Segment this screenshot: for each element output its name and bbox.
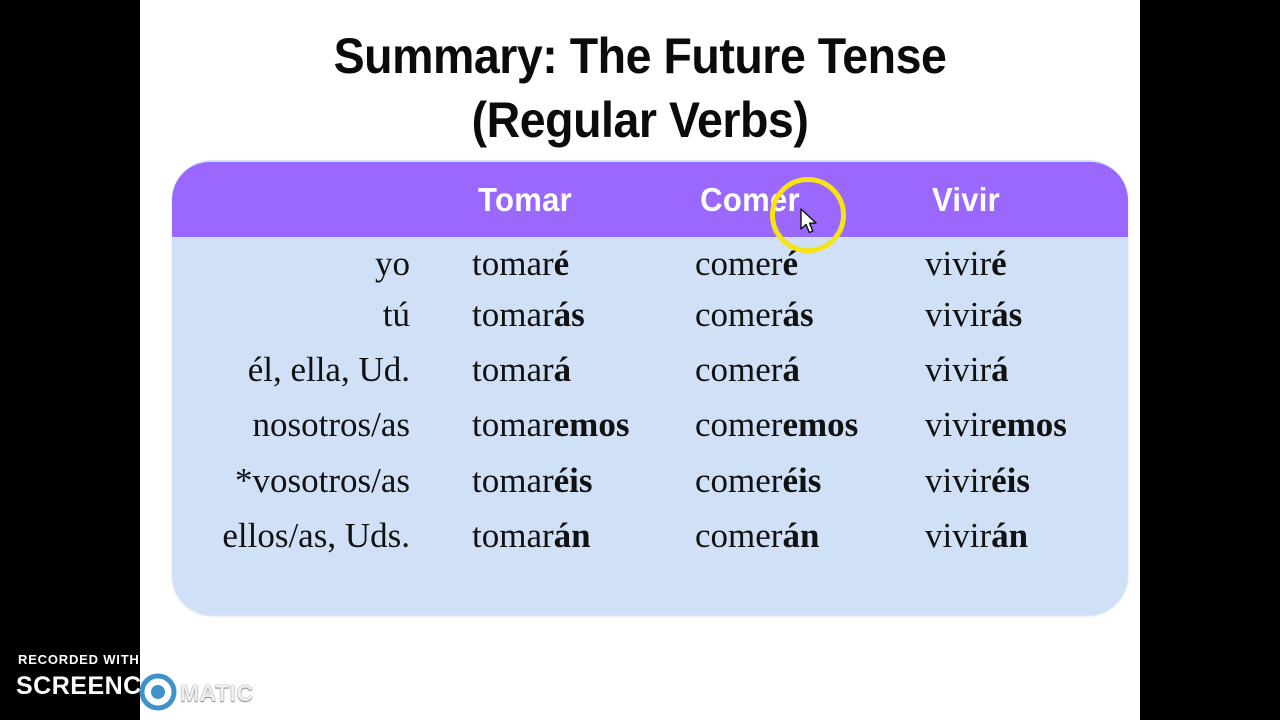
verb-cell-vivir: vivirás [925,288,1022,342]
verb-ending: án [991,516,1029,555]
verb-cell-vivir: vivirá [925,343,1009,397]
verb-cell-tomar: tomarán [472,509,591,563]
table-row: tú tomarás comerás vivirás [172,288,1128,342]
verb-stem: tomar [472,405,554,444]
verb-ending: éis [782,461,822,500]
verb-stem: vivir [925,405,992,444]
verb-ending: éis [553,461,593,500]
verb-ending: á [991,350,1009,389]
table-row: nosotros/as tomaremos comeremos viviremo… [172,398,1128,452]
verb-stem: comer [695,405,783,444]
verb-ending: án [782,516,820,555]
verb-stem: tomar [472,350,554,389]
verb-stem: vivir [925,350,992,389]
verb-ending: emos [553,405,630,444]
letterbox-left [0,0,140,720]
table-row: *vosotros/as tomaréis comeréis viviréis [172,454,1128,508]
verb-cell-comer: comerán [695,509,819,563]
verb-stem: vivir [925,461,992,500]
verb-ending: é [991,244,1007,283]
letterbox-right [1140,0,1280,720]
verb-stem: vivir [925,244,992,283]
page-title: Summary: The Future Tense (Regular Verbs… [175,24,1105,152]
verb-stem: tomar [472,295,554,334]
verb-cell-vivir: vivirán [925,509,1028,563]
verb-cell-tomar: tomaré [472,237,569,291]
table-row: ellos/as, Uds. tomarán comerán vivirán [172,509,1128,563]
pronoun-cell: él, ella, Ud. [247,350,410,389]
verb-cell-tomar: tomaréis [472,454,593,508]
arrow-pointer-icon [800,208,817,234]
verb-stem: comer [695,461,783,500]
verb-stem: vivir [925,295,992,334]
verb-ending: ás [553,295,585,334]
table-header-row: Tomar Comer Vivir [172,162,1128,237]
verb-ending: ás [991,295,1023,334]
verb-ending: án [553,516,591,555]
verb-ending: á [553,350,572,389]
verb-cell-comer: comeréis [695,454,821,508]
video-player-screen: Summary: The Future Tense (Regular Verbs… [0,0,1280,720]
title-line-1: Summary: The Future Tense [333,28,947,84]
verb-stem: tomar [472,244,554,283]
watermark-recorded-with: RECORDED WITH [18,652,140,667]
verb-ending: á [782,350,800,389]
table-row: yo tomaré comeré viviré [172,237,1128,291]
verb-ending: emos [991,405,1067,444]
column-header-vivir: Vivir [931,181,1001,218]
verb-cell-tomar: tomarás [472,288,585,342]
verb-stem: vivir [925,516,992,555]
verb-stem: comer [695,295,783,334]
verb-cell-comer: comeremos [695,398,858,452]
watermark-brand-last: MATIC [180,680,254,706]
pronoun-cell: *vosotros/as [235,461,410,500]
verb-cell-tomar: tomará [472,343,571,397]
conjugation-table: Tomar Comer Vivir yo tomaré comeré vivir… [172,160,1128,615]
table-body: yo tomaré comeré viviré tú tomarás comer… [172,237,1128,615]
verb-cell-comer: comerás [695,288,814,342]
verb-ending: é [553,244,570,283]
verb-stem: tomar [472,461,554,500]
verb-ending: ás [782,295,814,334]
verb-cell-vivir: viviremos [925,398,1067,452]
pronoun-cell: ellos/as, Uds. [222,516,410,555]
table-row: él, ella, Ud. tomará comerá vivirá [172,343,1128,397]
verb-stem: tomar [472,516,554,555]
verb-stem: comer [695,350,783,389]
presentation-slide: Summary: The Future Tense (Regular Verbs… [140,0,1140,720]
verb-stem: comer [695,244,783,283]
verb-ending: emos [782,405,859,444]
pronoun-cell: nosotros/as [252,405,411,444]
column-header-tomar: Tomar [478,181,572,218]
pronoun-cell: yo [375,244,410,283]
verb-cell-comer: comerá [695,343,800,397]
verb-cell-vivir: viviréis [925,454,1030,508]
verb-cell-tomar: tomaremos [472,398,629,452]
verb-cell-vivir: viviré [925,237,1007,291]
screencast-o-matic-logo-icon [139,673,177,711]
verb-stem: comer [695,516,783,555]
pronoun-cell: tú [382,295,410,334]
title-line-2: (Regular Verbs) [471,92,809,148]
verb-ending: éis [991,461,1030,500]
verb-cell-comer: comeré [695,237,798,291]
